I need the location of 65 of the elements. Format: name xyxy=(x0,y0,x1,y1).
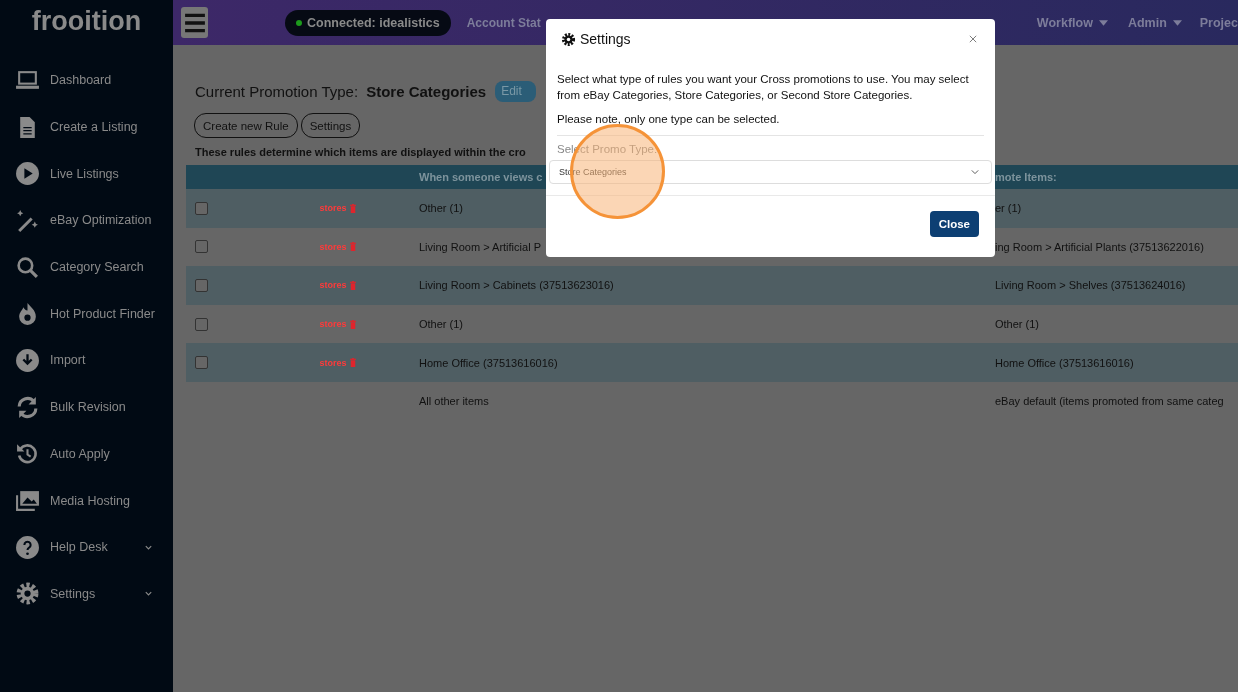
sidebar-item[interactable]: Import xyxy=(0,337,173,384)
table-cell: Living Room > Shelves (37513624016) xyxy=(995,279,1186,292)
promotion-type-label: Current Promotion Type: xyxy=(195,82,359,100)
nav-link[interactable]: Admin xyxy=(1127,15,1182,30)
dialog-note: Please note, only one type can be selected. xyxy=(557,112,781,127)
table-cell: Living Room > Cabinets (37513623016) xyxy=(419,279,614,292)
table-cell: Other (1) xyxy=(419,318,463,331)
table-cell: eBay default (items promoted from same categ xyxy=(995,395,1224,408)
sidebar-item[interactable]: Hot Product Finder xyxy=(0,290,173,338)
play-icon xyxy=(15,161,40,187)
row-checkbox[interactable] xyxy=(195,356,208,370)
search-icon xyxy=(15,254,40,280)
trash-icon[interactable] xyxy=(349,358,356,368)
menu-icon xyxy=(183,12,206,33)
close-button[interactable]: Close xyxy=(929,211,979,237)
table-cell: All other items xyxy=(419,395,489,408)
table-cell: Other (1) xyxy=(419,202,463,215)
nav-link[interactable]: Workflow xyxy=(1036,15,1108,30)
connection-text: Connected: idealistics xyxy=(307,15,440,30)
trash-icon[interactable] xyxy=(349,319,356,329)
table-cell: er (1) xyxy=(995,202,1022,215)
table-cell: Home Office (37513616016) xyxy=(419,356,558,369)
table-cell: ing Room > Artificial Plants (37513622016) xyxy=(995,240,1204,253)
sidebar-item[interactable]: eBay Optimization xyxy=(0,197,173,244)
trash-icon[interactable] xyxy=(349,203,356,213)
brand-logo[interactable]: frooition xyxy=(31,6,142,37)
table-cell: Home Office (37513616016) xyxy=(995,356,1134,369)
row-checkbox[interactable] xyxy=(195,201,208,215)
trash-icon[interactable] xyxy=(349,281,356,290)
table-cell: Other (1) xyxy=(995,318,1039,331)
row-checkbox[interactable] xyxy=(195,317,208,331)
column-header: When someone views c xyxy=(419,171,543,183)
help-icon xyxy=(15,534,40,560)
connection-status[interactable]: Connected: idealistics xyxy=(285,9,451,36)
row-checkbox[interactable] xyxy=(195,279,208,292)
nav-link[interactable]: Account Stat xyxy=(466,15,541,30)
settings-icon xyxy=(15,581,40,607)
promotion-type-value: Store Categories xyxy=(366,82,487,100)
sidebar-item[interactable]: Bulk Revision xyxy=(0,383,173,431)
sidebar-item[interactable]: Auto Apply xyxy=(0,430,173,478)
outline-button[interactable]: Create new Rule xyxy=(194,113,298,138)
status-dot-icon xyxy=(296,19,302,26)
column-header: mote Items: xyxy=(995,171,1057,183)
close-icon xyxy=(969,35,977,43)
row-checkbox[interactable] xyxy=(195,240,208,254)
outline-button[interactable]: Settings xyxy=(300,113,361,138)
download-icon xyxy=(15,347,40,373)
refresh-icon xyxy=(15,394,40,420)
menu-button[interactable] xyxy=(181,7,208,38)
settings-icon xyxy=(561,31,576,47)
dialog-title: Settings xyxy=(580,31,631,47)
sidebar-item[interactable]: Create a Listing xyxy=(0,103,173,151)
sidebar-item[interactable]: Live Listings xyxy=(0,150,173,198)
chevron-down-icon xyxy=(971,169,979,175)
sidebar-item[interactable]: Settings xyxy=(0,570,173,618)
sidebar-item[interactable]: Help Desk xyxy=(0,523,173,571)
table-cell: Living Room > Artificial P xyxy=(419,240,541,253)
nav-link[interactable]: Projec xyxy=(1199,15,1238,30)
rules-description: These rules determine which items are displayed within the cro xyxy=(195,146,526,158)
sidebar-item[interactable]: Category Search xyxy=(0,243,173,291)
dialog-description: Select what type of rules you want your Cross promotions to use. You may select from eBay Categories, Store Categories, or Second Store Categories. xyxy=(557,72,970,103)
images-icon xyxy=(15,488,40,514)
sidebar-item[interactable]: Dashboard xyxy=(0,57,173,104)
trash-icon[interactable] xyxy=(349,242,356,252)
sidebar-item[interactable]: Media Hosting xyxy=(0,477,173,524)
